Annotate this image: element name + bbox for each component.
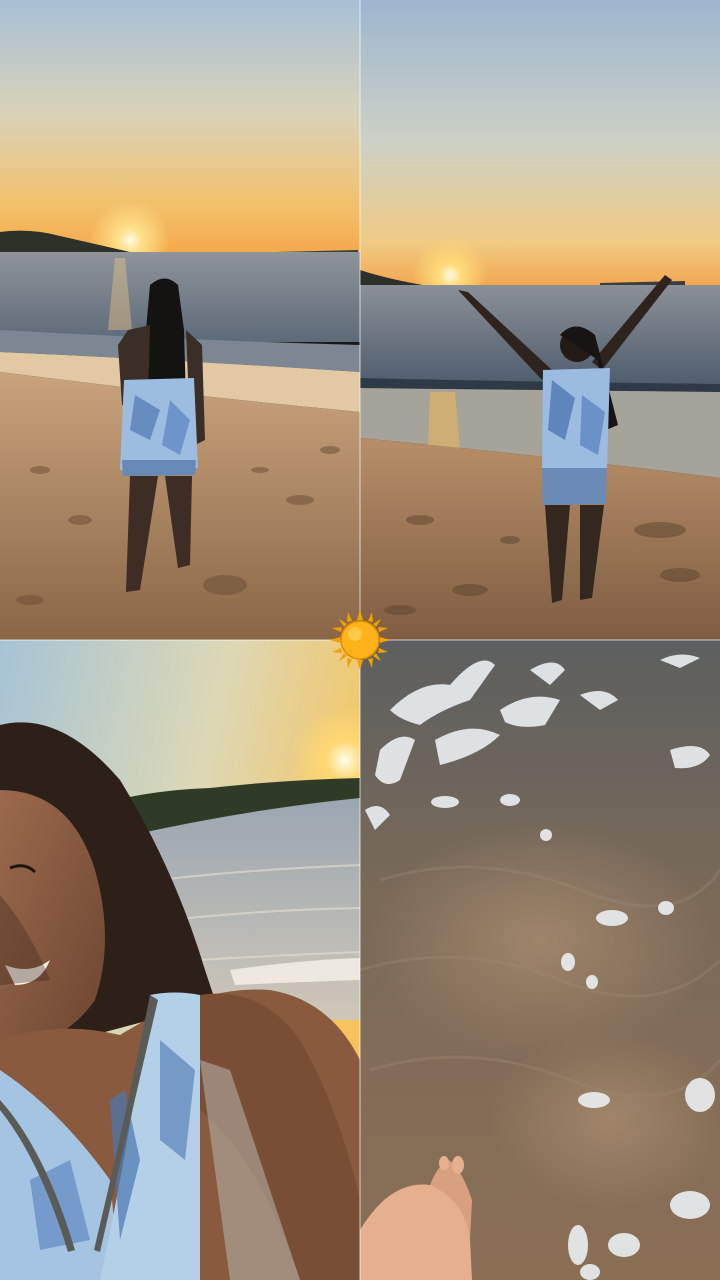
beach-back-view-image xyxy=(0,0,360,640)
selfie-image xyxy=(0,640,360,1280)
photo-tile-sea-foam xyxy=(360,640,720,1280)
arms-raised-image xyxy=(360,0,720,640)
sea-foam-image xyxy=(360,640,720,1280)
photo-tile-beach-back-view xyxy=(0,0,360,640)
photo-collage xyxy=(0,0,720,1280)
photo-tile-arms-raised xyxy=(360,0,720,640)
sun-emoji-icon xyxy=(328,608,392,672)
photo-tile-selfie xyxy=(0,640,360,1280)
